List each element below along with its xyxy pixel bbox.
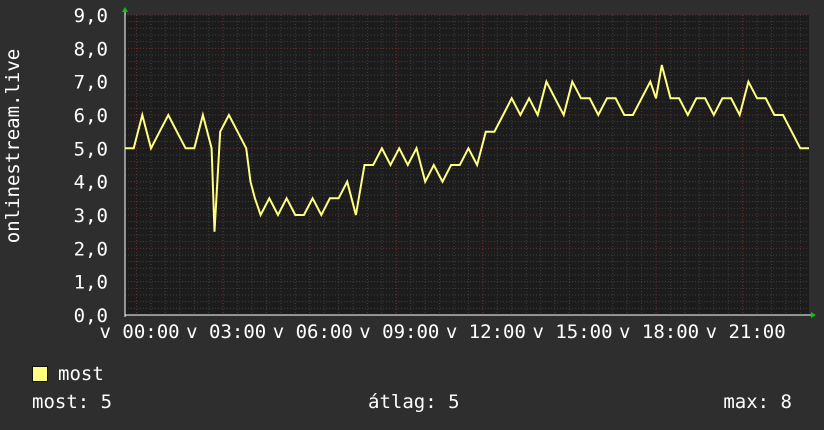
line-chart: 0,01,02,03,04,05,06,07,08,09,0v 00:00 v 0…: [2, 5, 816, 343]
legend-label: most: [58, 363, 104, 385]
x-tick-label: v 06:00: [273, 321, 353, 343]
y-tick-label: 5,0: [74, 138, 108, 160]
stat-average: átlag: 5: [368, 391, 460, 413]
legend: most: [32, 362, 104, 386]
y-tick-label: 6,0: [74, 105, 108, 127]
y-tick-label: 7,0: [74, 72, 108, 94]
x-tick-label: v 21:00: [706, 321, 786, 343]
legend-swatch: [32, 366, 48, 382]
y-tick-label: 9,0: [74, 5, 108, 27]
y-tick-label: 3,0: [74, 205, 108, 227]
stat-max: max: 8: [723, 391, 792, 413]
y-tick-label: 1,0: [74, 272, 108, 294]
y-axis-title: onlinestream.live: [2, 49, 24, 243]
x-tick-label: v 12:00: [446, 321, 526, 343]
y-tick-label: 2,0: [74, 238, 108, 260]
x-tick-label: v 18:00: [619, 321, 699, 343]
x-tick-label: v 09:00: [359, 321, 439, 343]
x-axis-arrow: [811, 312, 816, 318]
y-axis-arrow: [122, 7, 128, 12]
x-tick-label: v 15:00: [532, 321, 612, 343]
y-tick-label: 8,0: [74, 38, 108, 60]
stat-current: most: 5: [32, 391, 113, 413]
plot-area: [125, 15, 809, 315]
x-tick-label: v 00:00: [100, 321, 180, 343]
x-tick-label: v 03:00: [186, 321, 266, 343]
y-tick-label: 4,0: [74, 172, 108, 194]
